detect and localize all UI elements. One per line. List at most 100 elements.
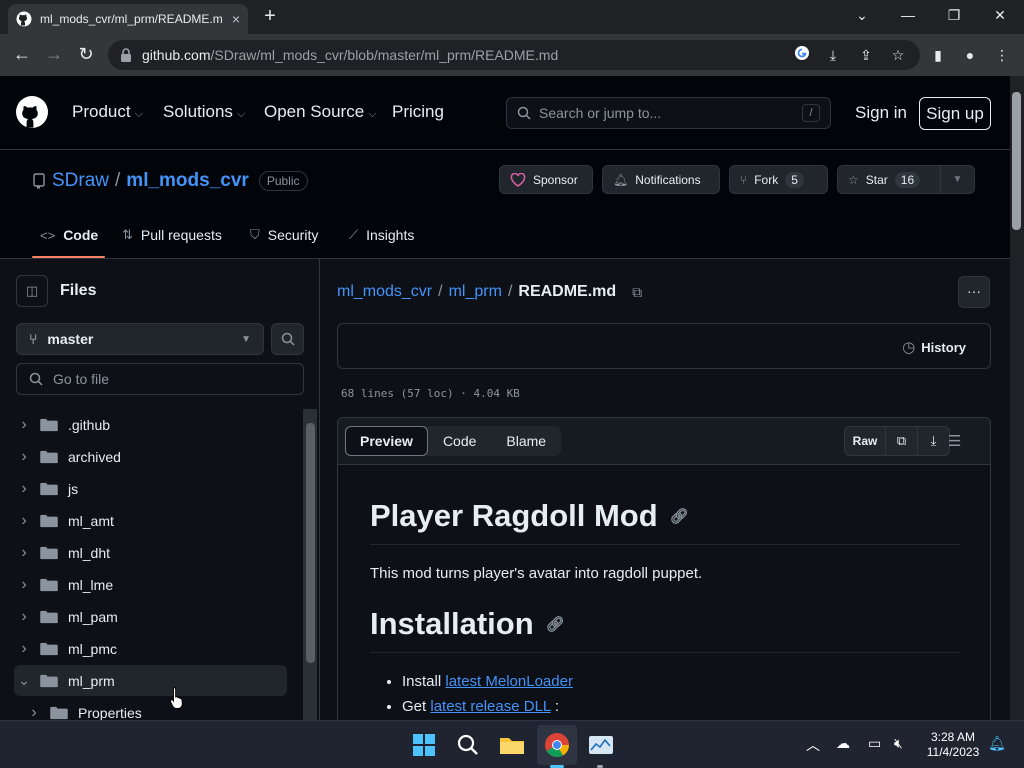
- fork-button[interactable]: ⑂ Fork 5: [729, 165, 828, 194]
- tree-item[interactable]: › ml_dht: [14, 537, 287, 568]
- notifications-button[interactable]: 🔔︎ Notifications: [602, 165, 720, 194]
- browser-tab[interactable]: ml_mods_cvr/ml_prm/README.m ×: [8, 4, 248, 34]
- list-item: Get latest release DLL :: [402, 698, 960, 715]
- sidebar-scrollbar-thumb[interactable]: [306, 423, 315, 663]
- release-dll-link[interactable]: latest release DLL: [430, 698, 550, 715]
- sidebar-collapse-icon[interactable]: ◫: [16, 275, 48, 307]
- sign-up-button[interactable]: Sign up: [919, 97, 991, 130]
- link-anchor-icon[interactable]: 🔗︎: [670, 507, 689, 525]
- bookmark-star-icon[interactable]: ☆: [888, 45, 908, 65]
- tab-insights-label: Insights: [366, 227, 415, 243]
- chevron-right-icon[interactable]: ›: [14, 448, 34, 466]
- notification-bell-icon[interactable]: 🔔︎: [988, 735, 1006, 752]
- tree-item[interactable]: ⌄ ml_prm: [14, 665, 287, 696]
- volume-muted-icon[interactable]: 🔇︎: [894, 735, 903, 752]
- star-dropdown-chevron-icon[interactable]: ▼: [940, 166, 974, 193]
- breadcrumb-folder-link[interactable]: ml_prm: [449, 283, 502, 301]
- chevron-right-icon[interactable]: ›: [14, 480, 34, 498]
- nav-solutions[interactable]: Solutions ⌵: [163, 102, 245, 122]
- tab-insights[interactable]: ⟋ Insights: [349, 227, 414, 243]
- browser-toolbar: ← → ↻ github.com/SDraw/ml_mods_cvr/blob/…: [0, 34, 1024, 76]
- tab-code-label: Code: [63, 227, 99, 243]
- profile-icon[interactable]: ●: [960, 45, 980, 65]
- file-info: 68 lines (57 loc) · 4.04 KB: [341, 387, 520, 400]
- nav-pricing[interactable]: Pricing: [392, 102, 444, 122]
- tray-chevron-up-icon[interactable]: ︿: [806, 735, 820, 755]
- tree-item[interactable]: › archived: [14, 441, 287, 472]
- file-view: ml_mods_cvr / ml_prm / README.md ⧉ ··· ◷…: [321, 259, 1010, 737]
- tree-item[interactable]: › ml_pam: [14, 601, 287, 632]
- tab-security-label: Security: [267, 227, 319, 243]
- github-logo-icon[interactable]: [16, 96, 48, 128]
- chevron-right-icon[interactable]: ›: [24, 704, 44, 722]
- chevron-right-icon[interactable]: ›: [14, 576, 34, 594]
- network-icon[interactable]: ▭: [868, 735, 881, 752]
- tab-search-chevron-icon[interactable]: ⌄: [842, 4, 882, 28]
- outline-list-icon[interactable]: ☰: [948, 432, 961, 450]
- copy-path-icon[interactable]: ⧉: [632, 284, 642, 301]
- restore-icon[interactable]: ❐: [934, 4, 974, 28]
- repo-name-link[interactable]: ml_mods_cvr: [126, 170, 249, 192]
- onedrive-cloud-icon[interactable]: ☁: [836, 735, 850, 752]
- copy-raw-icon[interactable]: ⧉: [885, 427, 917, 455]
- menu-kebab-icon[interactable]: ⋮: [992, 45, 1012, 65]
- new-tab-button[interactable]: +: [258, 5, 282, 29]
- history-button[interactable]: ◷ History: [902, 338, 966, 356]
- tab-code[interactable]: <> Code: [40, 227, 98, 243]
- tree-item[interactable]: › js: [14, 473, 287, 504]
- folder-icon: [40, 482, 58, 495]
- nav-product[interactable]: Product ⌵: [72, 102, 143, 122]
- page-scrollbar-thumb[interactable]: [1012, 92, 1021, 230]
- back-arrow-icon[interactable]: ←: [10, 43, 34, 67]
- install-app-icon[interactable]: ⤓: [823, 45, 843, 65]
- chevron-right-icon[interactable]: ›: [14, 544, 34, 562]
- windows-start-icon[interactable]: [408, 729, 440, 761]
- google-lens-icon[interactable]: [792, 45, 812, 65]
- branch-selector[interactable]: ⑂ master ▼: [16, 323, 264, 355]
- tree-item[interactable]: › ml_amt: [14, 505, 287, 536]
- code-tab[interactable]: Code: [428, 426, 491, 456]
- sign-in-link[interactable]: Sign in: [855, 103, 907, 123]
- side-panel-icon[interactable]: ▮: [928, 45, 948, 65]
- star-button[interactable]: ☆ Star 16 ▼: [837, 165, 975, 194]
- tab-security[interactable]: ⛉ Security: [250, 227, 318, 243]
- tree-item[interactable]: › .github: [14, 409, 287, 440]
- tree-item[interactable]: › ml_pmc: [14, 633, 287, 664]
- chevron-down-icon[interactable]: ⌄: [14, 672, 34, 689]
- more-options-button[interactable]: ···: [958, 276, 990, 308]
- chevron-right-icon[interactable]: ›: [14, 640, 34, 658]
- file-search-button[interactable]: [271, 323, 304, 355]
- sponsor-button[interactable]: Sponsor: [499, 165, 593, 194]
- chevron-right-icon[interactable]: ›: [14, 416, 34, 434]
- close-window-icon[interactable]: ✕: [980, 4, 1020, 28]
- close-tab-icon[interactable]: ×: [232, 11, 240, 27]
- chevron-right-icon[interactable]: ›: [14, 608, 34, 626]
- github-search-input[interactable]: Search or jump to... /: [506, 97, 831, 129]
- reload-icon[interactable]: ↻: [74, 43, 98, 67]
- minimize-icon[interactable]: —: [888, 4, 928, 28]
- search-icon[interactable]: [452, 729, 484, 761]
- breadcrumb-repo-link[interactable]: ml_mods_cvr: [337, 283, 432, 301]
- chrome-icon[interactable]: [541, 729, 573, 761]
- link-anchor-icon[interactable]: 🔗︎: [546, 615, 565, 633]
- share-icon[interactable]: ⇪: [856, 45, 876, 65]
- raw-button[interactable]: Raw: [845, 427, 885, 455]
- melonloader-link[interactable]: latest MelonLoader: [445, 673, 573, 690]
- blame-tab[interactable]: Blame: [491, 426, 561, 456]
- chevron-right-icon[interactable]: ›: [14, 512, 34, 530]
- nav-solutions-label: Solutions: [163, 102, 233, 121]
- tree-item[interactable]: › ml_lme: [14, 569, 287, 600]
- go-to-file-placeholder: Go to file: [53, 371, 110, 387]
- task-manager-icon[interactable]: [585, 729, 617, 761]
- preview-tab[interactable]: Preview: [345, 426, 428, 456]
- repo-owner-link[interactable]: SDraw: [52, 170, 109, 192]
- url-host: github.com: [142, 47, 211, 63]
- go-to-file-input[interactable]: Go to file: [16, 363, 304, 395]
- tab-pull-requests[interactable]: ⇅ Pull requests: [122, 227, 222, 243]
- download-icon[interactable]: ⤓: [917, 427, 949, 455]
- forward-arrow-icon[interactable]: →: [42, 43, 66, 67]
- file-explorer-icon[interactable]: [496, 729, 528, 761]
- caret-down-icon: ▼: [241, 333, 251, 345]
- system-clock[interactable]: 3:28 AM 11/4/2023: [918, 730, 988, 760]
- nav-open-source[interactable]: Open Source ⌵: [264, 102, 377, 122]
